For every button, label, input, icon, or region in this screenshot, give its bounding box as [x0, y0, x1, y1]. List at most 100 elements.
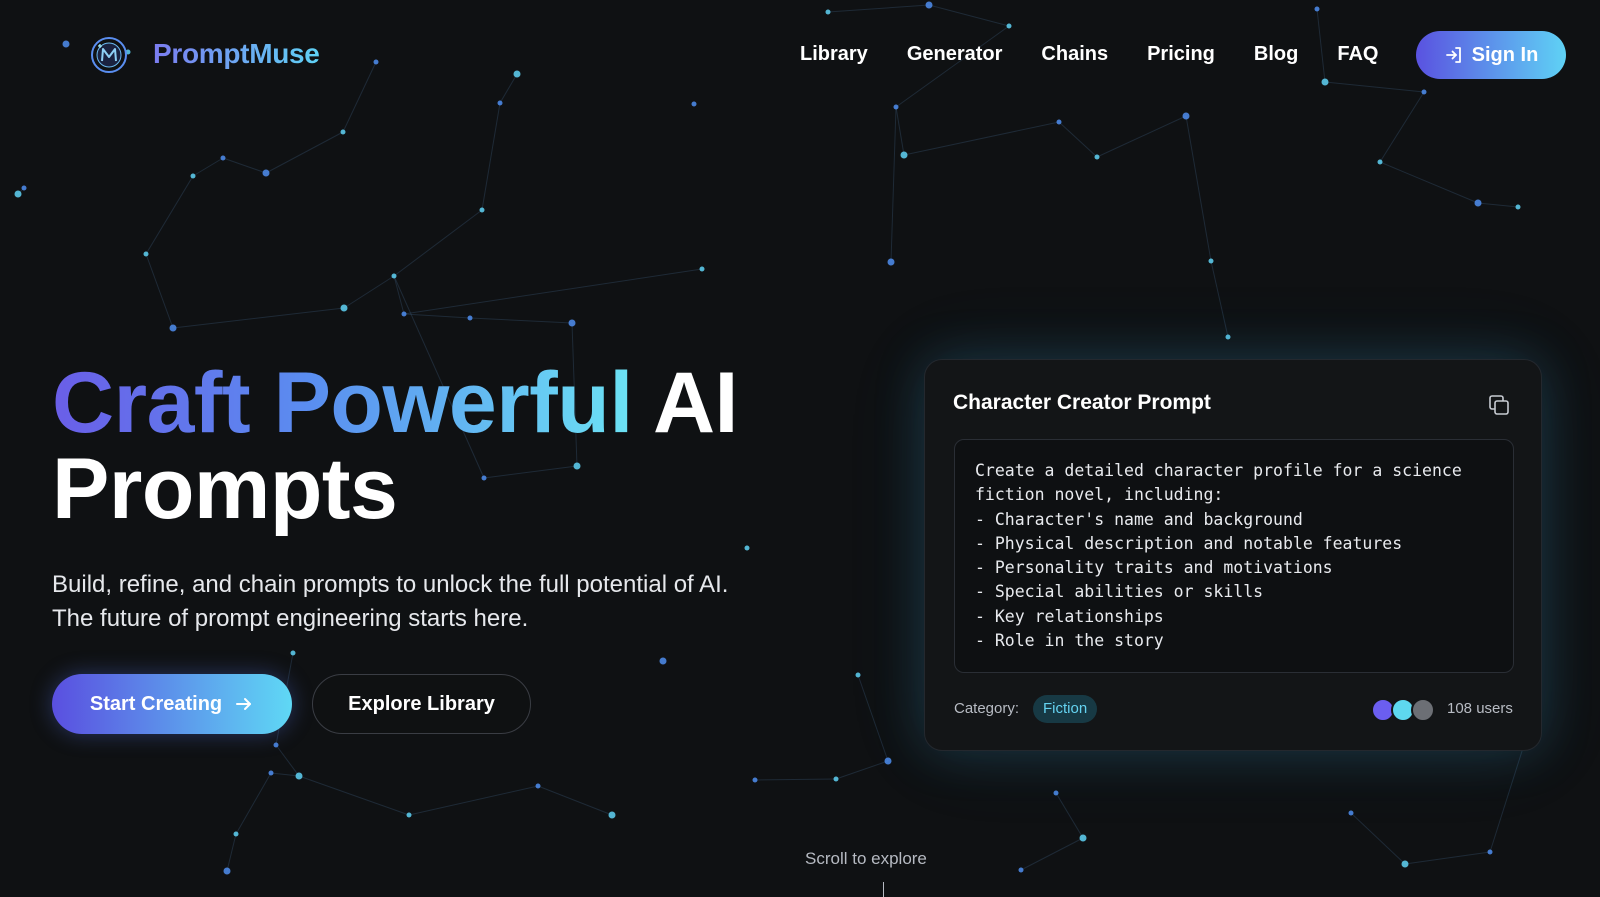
prompt-line: - Character's name and background [975, 509, 1303, 529]
nav-link-chains[interactable]: Chains [1041, 40, 1108, 68]
arrow-right-icon [236, 698, 252, 710]
explore-library-label: Explore Library [348, 692, 495, 715]
network-line [754, 778, 837, 781]
network-node [190, 173, 196, 179]
network-line [1058, 121, 1098, 158]
users-count: 108 users [1447, 700, 1513, 717]
category-label: Category: [954, 700, 1020, 717]
network-node [143, 251, 149, 257]
hero-subtitle: Build, refine, and chain prompts to unlo… [52, 571, 729, 632]
network-line [1055, 792, 1084, 839]
network-line [403, 268, 703, 315]
network-node [752, 777, 758, 783]
brand-name[interactable]: PromptMuse [153, 38, 320, 70]
network-node [1487, 849, 1493, 855]
copy-icon[interactable] [1487, 393, 1511, 417]
network-node [1018, 867, 1024, 873]
category-badge[interactable]: Fiction [1033, 695, 1098, 723]
prompt-text-box: Create a detailed character profile for … [954, 439, 1514, 673]
network-node [884, 757, 892, 765]
network-node [900, 151, 908, 159]
network-line [895, 106, 905, 156]
avatar [1411, 698, 1435, 722]
network-line [393, 209, 483, 277]
network-line [192, 157, 224, 177]
network-node [1056, 119, 1062, 125]
prompt-line: - Physical description and notable featu… [975, 533, 1403, 553]
network-node [1079, 834, 1087, 842]
sign-in-button[interactable]: Sign In [1416, 31, 1566, 79]
network-node [535, 783, 541, 789]
prompt-card-title: Character Creator Prompt [953, 391, 1211, 414]
hero-title-gradient: Craft Powerful [52, 355, 633, 451]
login-arrow-icon [1445, 47, 1461, 63]
network-line [343, 275, 395, 309]
network-node [268, 770, 274, 776]
hero-title-ai: AI [652, 355, 739, 451]
network-node [659, 657, 667, 665]
nav-link-pricing[interactable]: Pricing [1147, 40, 1215, 68]
network-line [857, 674, 889, 762]
start-creating-label: Start Creating [89, 692, 223, 715]
network-line [408, 785, 539, 816]
network-node [401, 311, 407, 317]
prompt-line: - Key relationships [975, 606, 1164, 626]
network-node [479, 207, 485, 213]
hero-title-prompts: Prompts [52, 441, 398, 537]
user-avatars [1371, 698, 1441, 724]
start-creating-button[interactable]: Start Creating [52, 674, 292, 734]
prompt-line: fiction novel, including: [975, 485, 1224, 505]
network-line [1096, 115, 1187, 158]
network-node [568, 319, 576, 327]
network-node [1225, 334, 1231, 340]
network-node [699, 266, 705, 272]
network-line [1185, 115, 1212, 262]
network-line [1020, 837, 1084, 871]
network-node [1182, 112, 1190, 120]
nav-link-blog[interactable]: Blog [1254, 40, 1298, 68]
network-line [226, 833, 237, 872]
network-line [1379, 161, 1479, 204]
network-node [1094, 154, 1100, 160]
prompt-card: Character Creator Prompt Create a detail… [924, 359, 1542, 751]
network-node [273, 742, 279, 748]
nav-link-generator[interactable]: Generator [907, 40, 1003, 68]
network-node [1053, 790, 1059, 796]
network-line [903, 121, 1060, 156]
network-node [855, 672, 861, 678]
network-node [1208, 258, 1214, 264]
network-node [1515, 204, 1521, 210]
network-line [275, 744, 300, 777]
network-node [295, 772, 303, 780]
prompt-line: - Personality traits and motivations [975, 558, 1333, 578]
network-node [608, 811, 616, 819]
network-line [1404, 851, 1491, 865]
sign-in-label: Sign In [1471, 43, 1539, 66]
explore-library-button[interactable]: Explore Library [312, 674, 531, 734]
network-line [222, 157, 267, 174]
network-line [1350, 812, 1406, 865]
nav-links: Library Generator Chains Pricing Blog FA… [800, 40, 1378, 68]
prompt-line: - Special abilities or skills [975, 582, 1264, 602]
network-node [1401, 860, 1409, 868]
nav-link-faq[interactable]: FAQ [1337, 40, 1378, 68]
network-node [223, 867, 231, 875]
network-line [265, 131, 344, 174]
network-node [220, 155, 226, 161]
scroll-hint: Scroll to explore [805, 849, 927, 868]
muse-logo-icon[interactable] [90, 36, 128, 74]
network-line [890, 106, 897, 263]
network-node [262, 169, 270, 177]
network-node [1474, 199, 1482, 207]
prompt-line: Create a detailed character profile for … [975, 461, 1462, 480]
scroll-indicator [883, 882, 884, 897]
nav-link-library[interactable]: Library [800, 40, 868, 68]
network-line [270, 772, 300, 777]
network-node [467, 315, 473, 321]
network-node [340, 304, 348, 312]
network-line [1477, 202, 1519, 208]
network-node [406, 812, 412, 818]
network-line [835, 760, 889, 780]
network-node [391, 273, 397, 279]
hero-title: Craft Powerful AI Prompts [52, 360, 738, 532]
